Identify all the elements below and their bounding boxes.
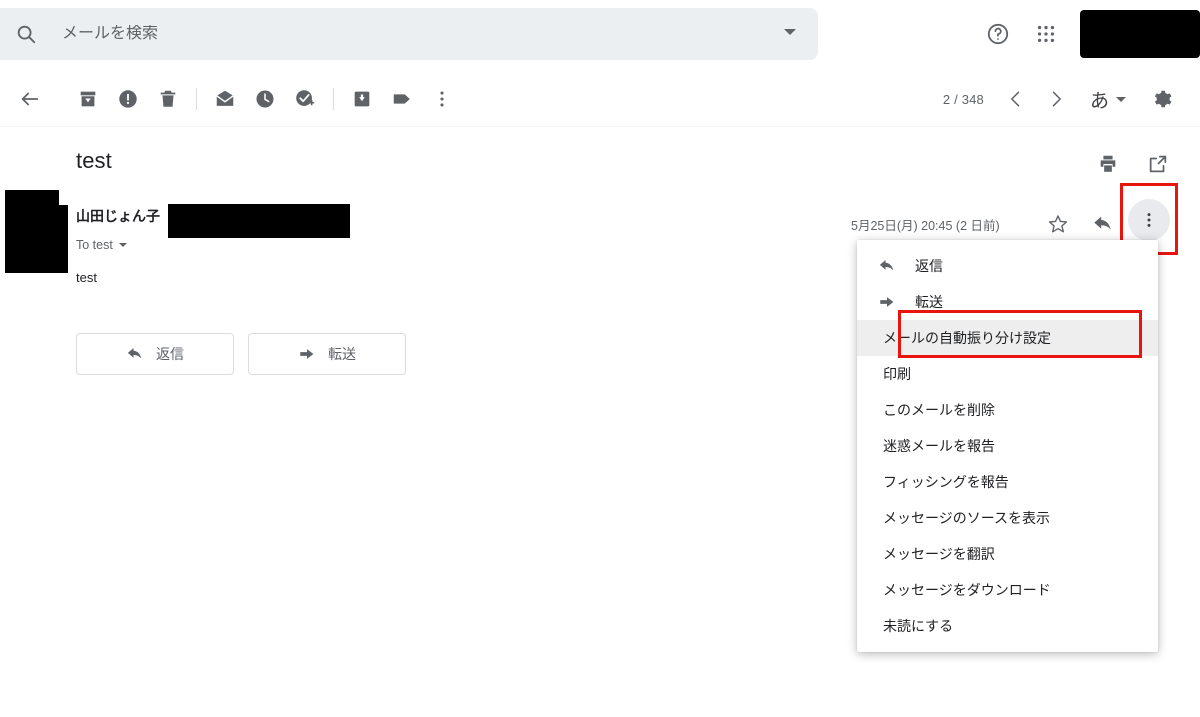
recipient-line[interactable]: To test	[76, 238, 127, 252]
reply-arrow-icon	[126, 345, 144, 363]
message-context-menu: 返信 転送 メールの自動振り分け設定 印刷 このメールを削除 迷惑メールを報告 …	[857, 240, 1158, 652]
message-toolbar: 2 / 348 あ	[0, 72, 1200, 127]
input-method-chevron-down-icon	[1116, 96, 1126, 102]
page-count-label: 2 / 348	[942, 91, 984, 107]
menu-item-report-phishing[interactable]: フィッシングを報告	[857, 464, 1158, 500]
menu-item-label: 未読にする	[883, 618, 954, 634]
message-subject: test	[76, 148, 112, 173]
reply-button-label: 返信	[156, 346, 184, 362]
back-arrow-icon[interactable]	[10, 79, 50, 119]
message-date: 5月25日(月) 20:45 (2 日前)	[851, 219, 1000, 233]
move-to-inbox-icon[interactable]	[342, 79, 382, 119]
menu-item-label: メッセージのソースを表示	[883, 510, 1051, 526]
input-method-label: あ	[1089, 90, 1109, 112]
input-method-button[interactable]: あ	[1084, 86, 1132, 113]
menu-item-label: このメールを削除	[883, 402, 995, 418]
add-to-tasks-icon[interactable]	[285, 79, 325, 119]
forward-button-label: 転送	[328, 346, 356, 362]
menu-item-translate-message[interactable]: メッセージを翻訳	[857, 536, 1158, 572]
avatar-redaction-bottom	[5, 205, 68, 273]
toolbar-more-vertical-icon[interactable]	[422, 79, 462, 119]
menu-item-label: メッセージを翻訳	[883, 546, 995, 562]
menu-item-mark-as-unread[interactable]: 未読にする	[857, 608, 1158, 644]
mark-unread-icon[interactable]	[205, 79, 245, 119]
prev-message-chevron-left-icon[interactable]	[996, 79, 1036, 119]
archive-icon[interactable]	[68, 79, 108, 119]
next-message-chevron-right-icon[interactable]	[1036, 79, 1076, 119]
reply-arrow-icon	[875, 257, 899, 275]
forward-button[interactable]: 転送	[248, 333, 406, 375]
forward-arrow-icon	[875, 293, 899, 311]
menu-item-reply[interactable]: 返信	[857, 248, 1158, 284]
app-header	[0, 0, 1200, 68]
reply-arrow-icon[interactable]	[1090, 211, 1116, 237]
clock-snooze-icon[interactable]	[245, 79, 285, 119]
message-body: test	[76, 270, 97, 285]
sender-email-redaction	[168, 204, 350, 238]
gear-icon[interactable]	[1142, 79, 1182, 119]
search-icon[interactable]	[14, 22, 38, 46]
search-bar[interactable]	[0, 8, 818, 60]
search-options-chevron-down-icon[interactable]	[784, 29, 796, 35]
help-icon[interactable]	[976, 12, 1020, 56]
menu-item-label: 返信	[915, 258, 943, 274]
menu-item-report-spam[interactable]: 迷惑メールを報告	[857, 428, 1158, 464]
toolbar-divider	[196, 88, 197, 110]
menu-item-label: 迷惑メールを報告	[883, 438, 995, 454]
report-spam-icon[interactable]	[108, 79, 148, 119]
forward-arrow-icon	[298, 345, 316, 363]
recipient-chevron-down-icon[interactable]	[118, 243, 127, 247]
message-action-buttons: 返信 転送	[76, 333, 406, 375]
apps-grid-icon[interactable]	[1024, 12, 1068, 56]
menu-item-download-message[interactable]: メッセージをダウンロード	[857, 572, 1158, 608]
reply-button[interactable]: 返信	[76, 333, 234, 375]
menu-item-delete-this-message[interactable]: このメールを削除	[857, 392, 1158, 428]
print-icon[interactable]	[1094, 150, 1122, 178]
toolbar-divider	[333, 88, 334, 110]
star-outline-icon[interactable]	[1045, 211, 1071, 237]
open-in-new-icon[interactable]	[1144, 150, 1172, 178]
menu-item-show-original[interactable]: メッセージのソースを表示	[857, 500, 1158, 536]
account-avatar-redaction[interactable]	[1080, 10, 1200, 58]
header-right-group	[976, 0, 1200, 68]
sender-name: 山田じょん子	[76, 208, 160, 224]
trash-icon[interactable]	[148, 79, 188, 119]
label-icon[interactable]	[382, 79, 422, 119]
menu-item-label: 転送	[915, 294, 943, 310]
annotation-box-filter-menu-item	[898, 310, 1142, 358]
menu-item-label: 印刷	[883, 366, 911, 382]
menu-item-label: フィッシングを報告	[883, 474, 1009, 490]
menu-item-label: メッセージをダウンロード	[883, 582, 1051, 598]
menu-item-print[interactable]: 印刷	[857, 356, 1158, 392]
search-input[interactable]	[62, 25, 662, 43]
recipient-label: To test	[76, 238, 113, 252]
